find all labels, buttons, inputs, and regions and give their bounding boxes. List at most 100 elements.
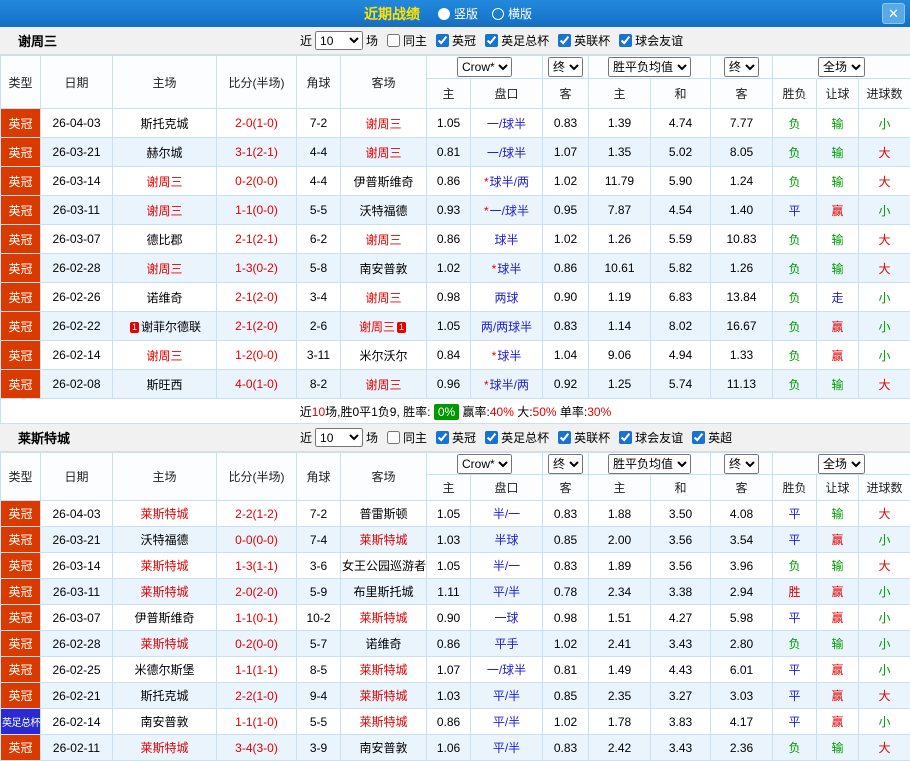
- filter-checkbox-item[interactable]: 同主: [387, 32, 427, 49]
- close-button[interactable]: ✕: [882, 3, 905, 24]
- handicap-value: 平手: [494, 637, 518, 651]
- wdl-average-select[interactable]: 胜平负均值: [608, 454, 691, 474]
- asian-final-select[interactable]: 终: [548, 454, 583, 474]
- radio-selected-icon[interactable]: [438, 8, 450, 20]
- filter-checkbox[interactable]: [485, 431, 498, 444]
- euro-away-odds: 2.80: [711, 631, 773, 657]
- filter-checkbox[interactable]: [619, 34, 632, 47]
- column-header: 进球数: [859, 475, 910, 501]
- column-header: 类型: [1, 56, 41, 109]
- result-wdl-cell: 胜: [773, 579, 817, 605]
- filter-checkbox-item[interactable]: 英足总杯: [485, 32, 549, 49]
- match-count-select[interactable]: 10: [315, 31, 363, 50]
- filter-checkbox-item[interactable]: 英超: [692, 429, 732, 446]
- filter-checkbox-label: 球会友谊: [635, 429, 683, 446]
- column-header: 和: [651, 475, 711, 501]
- scope-select[interactable]: 全场: [818, 454, 865, 474]
- league-cell: 英冠: [1, 370, 41, 399]
- match-count-select[interactable]: 10: [315, 428, 363, 447]
- home-team-cell: 赫尔城: [113, 138, 217, 167]
- filter-checkbox-item[interactable]: 英足总杯: [485, 429, 549, 446]
- result-handicap-cell: 输: [817, 225, 859, 254]
- odds-company-select[interactable]: Crow*: [457, 57, 512, 77]
- match-row: 英冠26-02-21斯托克城2-2(1-0)9-4莱斯特城1.03平/半0.85…: [1, 683, 910, 709]
- odds-company-select[interactable]: Crow*: [457, 454, 512, 474]
- score-cell: 1-1(0-1): [217, 605, 297, 631]
- summary-segment: 40%: [490, 405, 514, 419]
- layout-vertical-option[interactable]: 竖版: [438, 5, 478, 22]
- filter-checkbox-label: 同主: [403, 32, 427, 49]
- result-goals-cell: 大: [859, 138, 910, 167]
- table-header-row: 类型日期主场比分(半场)角球客场Crow*终胜平负均值终全场: [1, 56, 910, 79]
- asian-away-odds: 0.90: [543, 283, 589, 312]
- euro-draw-odds: 3.83: [651, 709, 711, 735]
- filter-checkbox-item[interactable]: 英联杯: [558, 32, 610, 49]
- date-cell: 26-03-21: [41, 527, 113, 553]
- result-handicap-cell: 赢: [817, 196, 859, 225]
- filter-checkbox-item[interactable]: 英冠: [436, 32, 476, 49]
- result-wdl-cell: 负: [773, 254, 817, 283]
- scope-select[interactable]: 全场: [818, 57, 865, 77]
- filter-checkbox[interactable]: [558, 34, 571, 47]
- euro-final-select[interactable]: 终: [724, 57, 759, 77]
- result-handicap-cell: 赢: [817, 657, 859, 683]
- corner-cell: 5-7: [297, 631, 341, 657]
- match-row: 英冠26-03-14谢周三0-2(0-0)4-4伊普斯维奇0.86*球半/两1.…: [1, 167, 910, 196]
- euro-home-odds: 1.88: [589, 501, 651, 527]
- layout-horizontal-option[interactable]: 横版: [492, 5, 532, 22]
- near-label: 近: [300, 429, 312, 446]
- score-cell: 0-2(0-0): [217, 167, 297, 196]
- filter-checkbox-item[interactable]: 球会友谊: [619, 32, 683, 49]
- filter-checkbox-item[interactable]: 球会友谊: [619, 429, 683, 446]
- away-team-cell: 沃特福德: [341, 196, 427, 225]
- euro-away-odds: 8.05: [711, 138, 773, 167]
- column-header: 客场: [341, 56, 427, 109]
- filter-checkbox[interactable]: [692, 431, 705, 444]
- filter-checkbox-label: 同主: [403, 429, 427, 446]
- euro-draw-odds: 5.74: [651, 370, 711, 399]
- home-team-cell: 谢周三: [113, 167, 217, 196]
- filter-checkbox[interactable]: [436, 34, 449, 47]
- wdl-average-select[interactable]: 胜平负均值: [608, 57, 691, 77]
- filter-checkbox-item[interactable]: 同主: [387, 429, 427, 446]
- corner-cell: 4-4: [297, 138, 341, 167]
- filter-checkbox[interactable]: [387, 431, 400, 444]
- asian-away-odds: 1.02: [543, 631, 589, 657]
- away-team-name: 莱斯特城: [359, 533, 407, 547]
- league-cell: 英冠: [1, 196, 41, 225]
- home-team-name: 谢周三: [146, 204, 182, 218]
- filter-checkbox-item[interactable]: 英联杯: [558, 429, 610, 446]
- result-goals-cell: 小: [859, 109, 910, 138]
- handicap-value: 半球: [494, 533, 518, 547]
- euro-final-select[interactable]: 终: [724, 454, 759, 474]
- date-cell: 26-02-25: [41, 657, 113, 683]
- filter-checkbox[interactable]: [436, 431, 449, 444]
- radio-unselected-icon[interactable]: [492, 8, 504, 20]
- asian-home-odds: 1.11: [427, 579, 471, 605]
- euro-away-odds: 6.01: [711, 657, 773, 683]
- score-cell: 3-1(2-1): [217, 138, 297, 167]
- away-team-cell: 谢周三: [341, 109, 427, 138]
- filter-checkbox[interactable]: [387, 34, 400, 47]
- asian-home-odds: 0.84: [427, 341, 471, 370]
- column-header: 胜负: [773, 475, 817, 501]
- corner-cell: 5-5: [297, 196, 341, 225]
- match-row: 英冠26-03-07伊普斯维奇1-1(0-1)10-2莱斯特城0.90一球0.9…: [1, 605, 910, 631]
- home-team-name: 莱斯特城: [140, 637, 188, 651]
- home-team-cell: 莱斯特城: [113, 501, 217, 527]
- asian-final-select[interactable]: 终: [548, 57, 583, 77]
- away-team-cell: 布里斯托城: [341, 579, 427, 605]
- date-cell: 26-02-28: [41, 254, 113, 283]
- asian-away-odds: 0.81: [543, 657, 589, 683]
- away-team-cell: 女王公园巡游者: [341, 553, 427, 579]
- euro-draw-odds: 3.56: [651, 553, 711, 579]
- filter-checkbox[interactable]: [619, 431, 632, 444]
- filter-checkbox[interactable]: [485, 34, 498, 47]
- away-team-cell: 谢周三: [341, 225, 427, 254]
- euro-home-odds: 1.14: [589, 312, 651, 341]
- result-handicap-cell: 赢: [817, 683, 859, 709]
- filter-checkbox[interactable]: [558, 431, 571, 444]
- filter-checkbox-item[interactable]: 英冠: [436, 429, 476, 446]
- match-row: 英冠26-02-26诺维奇2-1(2-0)3-4谢周三0.98两球0.901.1…: [1, 283, 910, 312]
- euro-draw-odds: 3.43: [651, 631, 711, 657]
